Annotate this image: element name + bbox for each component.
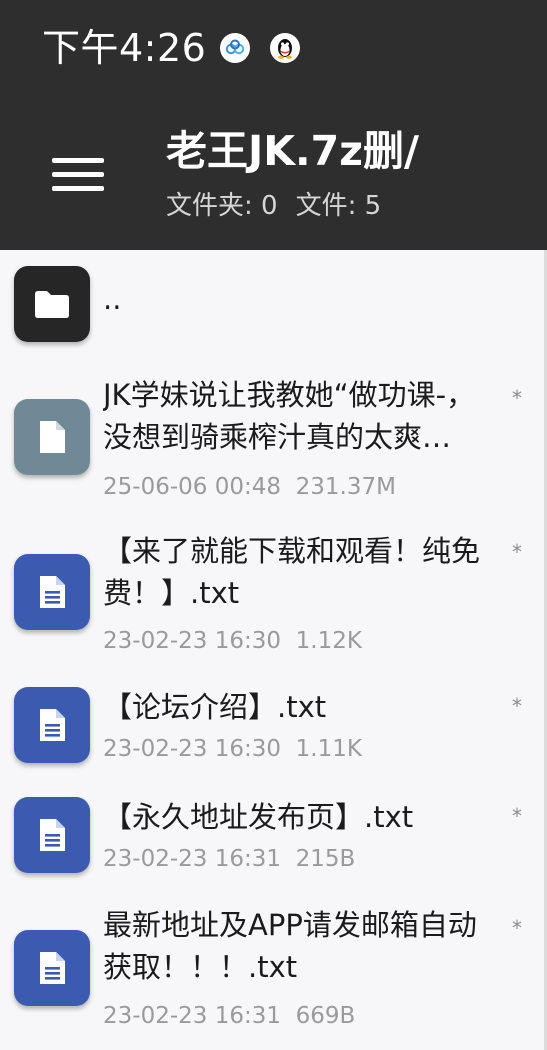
text-file-icon xyxy=(14,797,90,873)
file-name: 最新地址及APP请发邮箱自动获取！！！.txt xyxy=(103,908,477,984)
file-name: 【永久地址发布页】.txt xyxy=(103,800,414,834)
file-list-item[interactable]: 【来了就能下载和观看！纯免费！】.txt 23-02-23 16:30 1.12… xyxy=(0,522,540,662)
text-file-icon xyxy=(14,687,90,763)
file-date: 23-02-23 16:30 xyxy=(103,736,281,762)
folder-file-count: 文件夹: 0 文件: 5 xyxy=(166,188,381,224)
qq-penguin-icon xyxy=(270,33,300,63)
file-meta: 23-02-23 16:30 1.12K xyxy=(103,626,362,656)
file-mark: * xyxy=(512,386,522,410)
file-mark: * xyxy=(512,540,522,564)
status-bar: 下午4:26 xyxy=(0,0,547,100)
file-name: 【来了就能下载和观看！纯免费！】.txt xyxy=(103,534,481,610)
file-list-item[interactable]: 最新地址及APP请发邮箱自动获取！！！.txt 23-02-23 16:31 6… xyxy=(0,898,540,1043)
file-size: 1.12K xyxy=(295,628,362,654)
file-mark: * xyxy=(512,916,522,940)
cloud-sync-icon xyxy=(220,33,250,63)
status-time: 下午4:26 xyxy=(42,26,207,70)
folder-icon xyxy=(14,266,90,342)
file-size: 231.37M xyxy=(295,474,396,500)
file-list-item[interactable]: 【永久地址发布页】.txt 23-02-23 16:31 215B * xyxy=(0,786,540,886)
text-file-icon xyxy=(14,554,90,630)
file-size: 669B xyxy=(295,1003,356,1029)
file-name: 【论坛介绍】.txt xyxy=(103,690,327,724)
file-meta: 23-02-23 16:31 215B xyxy=(103,844,355,874)
file-date: 23-02-23 16:31 xyxy=(103,846,281,872)
file-mark: * xyxy=(512,804,522,828)
file-meta: 23-02-23 16:30 1.11K xyxy=(103,734,362,764)
file-list-item[interactable]: 【论坛介绍】.txt 23-02-23 16:30 1.11K * xyxy=(0,676,540,776)
current-path-title: 老王JK.7z删/ xyxy=(166,127,419,175)
parent-directory-label: .. xyxy=(103,282,122,316)
file-count: 文件: 5 xyxy=(295,191,382,221)
file-meta: 25-06-06 00:48 231.37M xyxy=(103,472,396,502)
parent-directory-row[interactable]: .. xyxy=(0,250,540,354)
file-meta: 23-02-23 16:31 669B xyxy=(103,1001,355,1031)
app-toolbar: 老王JK.7z删/ 文件夹: 0 文件: 5 xyxy=(0,100,547,250)
file-date: 23-02-23 16:30 xyxy=(103,628,281,654)
file-size: 215B xyxy=(295,846,356,872)
file-size: 1.11K xyxy=(295,736,362,762)
text-file-icon xyxy=(14,930,90,1006)
file-icon xyxy=(14,399,90,475)
file-mark: * xyxy=(512,694,522,718)
file-date: 25-06-06 00:48 xyxy=(103,474,281,500)
file-date: 23-02-23 16:31 xyxy=(103,1003,281,1029)
file-list-item[interactable]: JK学妹说让我教她“做功课-，没想到骑乘榨汁真的太爽了.mp4 25-06-06… xyxy=(0,368,540,508)
hamburger-menu-icon[interactable] xyxy=(44,144,112,204)
folder-count: 文件夹: 0 xyxy=(166,191,278,221)
file-name: JK学妹说让我教她“做功课-，没想到骑乘榨汁真的太爽了.mp4 xyxy=(103,378,476,454)
